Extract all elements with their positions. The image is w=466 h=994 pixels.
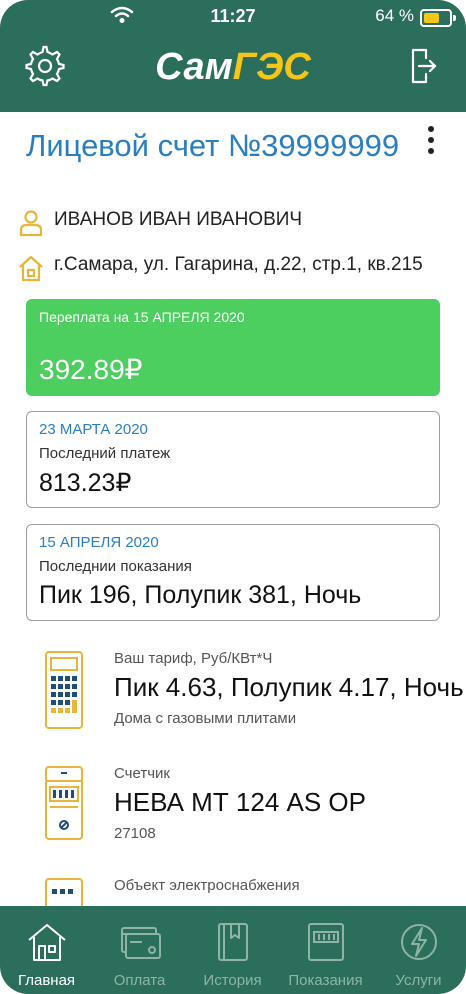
logo-part-yellow: ГЭС [232,46,311,88]
last-payment-value: 813.23₽ [39,469,132,497]
last-reading-date: 15 АПРЕЛЯ 2020 [39,534,159,551]
status-bar: 11:27 64 % [0,0,466,32]
tariff-sub: Дома с газовыми плитами [114,710,297,727]
battery-level [424,13,439,23]
last-reading-label: Последнии показания [39,558,192,575]
logout-icon[interactable] [410,46,438,90]
electric-meter-icon [44,765,84,846]
more-menu-icon[interactable] [428,126,436,159]
tab-readings[interactable]: Показания [279,906,372,994]
last-payment-label: Последний платеж [39,445,171,462]
meter-icon [279,920,372,968]
last-payment-date: 23 МАРТА 2020 [39,421,148,438]
overpayment-card[interactable]: Переплата на 15 АПРЕЛЯ 2020 392.89₽ [26,299,440,396]
last-reading-value: Пик 196, Полупик 381, Ночь [39,581,362,609]
battery-percent: 64 % [375,6,414,25]
supply-object-label: Объект электроснабжения [114,877,300,894]
meter-value: НЕВА МТ 124 AS OP [114,787,367,817]
overpayment-label: Переплата на 15 АПРЕЛЯ 2020 [39,309,245,325]
battery-nub [453,15,456,21]
home-icon [0,920,93,968]
battery-icon [420,9,456,27]
bottom-tab-bar: Главная Оплата История Показания Услуги [0,906,466,994]
tariff-label: Ваш тариф, Руб/КВт*Ч [114,650,273,667]
app-header: 11:27 64 % СамГЭС [0,0,466,112]
customer-name: ИВАНОВ ИВАН ИВАНОВИЧ [54,209,303,230]
tab-label: Главная [17,972,76,989]
last-reading-card[interactable]: 15 АПРЕЛЯ 2020 Последнии показания Пик 1… [26,524,440,621]
tab-label: Оплата [113,972,166,989]
tab-history[interactable]: История [186,906,279,994]
customer-address: г.Самара, ул. Гагарина, д.22, стр.1, кв.… [54,254,423,275]
app-screen: 11:27 64 % СамГЭС Лицевой счет №39999999… [0,0,466,994]
lightning-icon [372,920,465,968]
last-payment-card[interactable]: 23 МАРТА 2020 Последний платеж 813.23₽ [26,411,440,508]
tab-home[interactable]: Главная [0,906,93,994]
person-icon [18,209,44,243]
logo-part-white: Сам [155,46,233,88]
calculator-icon [44,650,84,735]
card-icon [93,920,186,968]
tab-payment[interactable]: Оплата [93,906,186,994]
meter-label: Счетчик [114,765,170,782]
book-icon [186,920,279,968]
house-icon [18,254,44,288]
tab-label: Услуги [395,972,442,989]
tariff-value: Пик 4.63, Полупик 4.17, Ночь [114,672,464,702]
tab-label: Показания [288,972,363,989]
samges-logo: СамГЭС [0,46,466,89]
tab-services[interactable]: Услуги [372,906,465,994]
overpayment-value: 392.89₽ [39,354,143,385]
account-title: Лицевой счет №39999999 [26,128,400,163]
tab-label: История [203,972,262,989]
meter-serial: 27108 [114,825,156,842]
